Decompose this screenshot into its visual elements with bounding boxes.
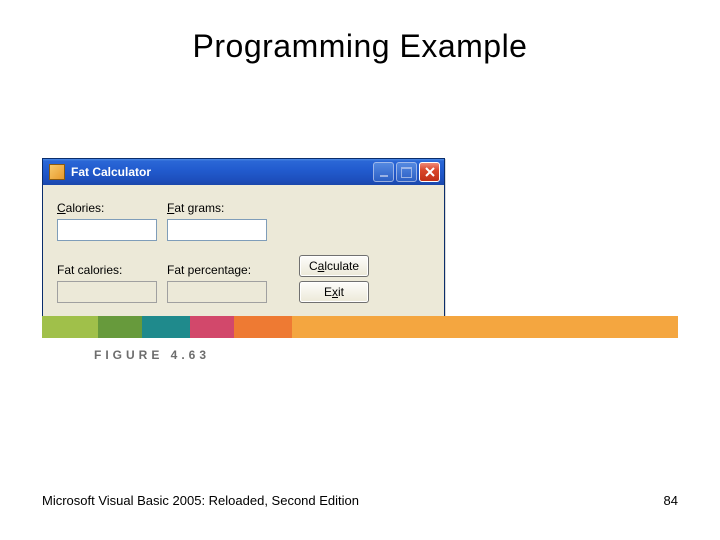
maximize-button[interactable] <box>396 162 417 182</box>
fat-calories-label: Fat calories: <box>57 263 167 277</box>
titlebar[interactable]: Fat Calculator <box>43 159 444 185</box>
minimize-button[interactable] <box>373 162 394 182</box>
slide-title: Programming Example <box>0 28 720 65</box>
calories-input[interactable] <box>57 219 157 241</box>
figure-label: FIGURE 4.63 <box>94 348 210 362</box>
footer-text: Microsoft Visual Basic 2005: Reloaded, S… <box>42 493 359 508</box>
calories-label: Calories: <box>57 201 167 215</box>
exit-button[interactable]: Exit <box>299 281 369 303</box>
app-icon <box>49 164 65 180</box>
close-icon <box>425 167 435 177</box>
fat-grams-label: Fat grams: <box>167 201 287 215</box>
decorative-color-bar <box>42 316 678 338</box>
page-number: 84 <box>664 493 678 508</box>
window-controls <box>373 162 440 182</box>
window-client-area: Calories: Fat grams: Fat calories: Fat p… <box>43 185 444 319</box>
calculate-button[interactable]: Calculate <box>299 255 369 277</box>
fat-percentage-output <box>167 281 267 303</box>
fat-grams-input[interactable] <box>167 219 267 241</box>
fat-calories-output <box>57 281 157 303</box>
fat-percentage-label: Fat percentage: <box>167 263 287 277</box>
app-window: Fat Calculator Calories: Fat grams: Fat … <box>42 158 445 320</box>
window-title: Fat Calculator <box>71 165 373 179</box>
close-button[interactable] <box>419 162 440 182</box>
